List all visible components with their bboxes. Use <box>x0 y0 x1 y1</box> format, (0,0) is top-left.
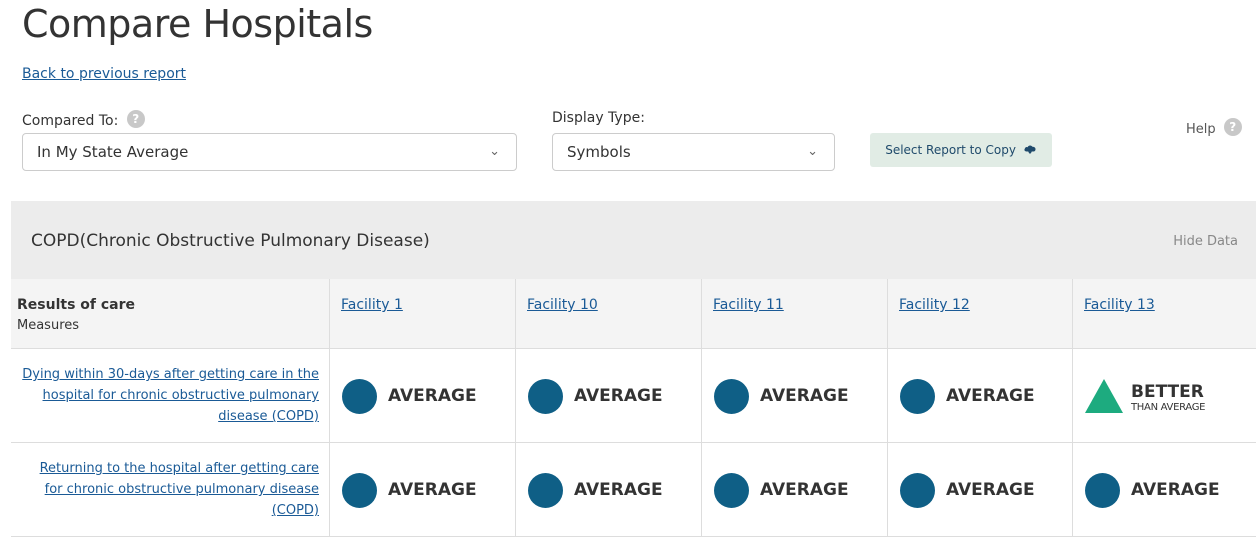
result-label: AVERAGE <box>574 480 663 500</box>
average-circle-icon <box>900 473 935 508</box>
result-label: AVERAGE <box>388 480 477 500</box>
result-label: BETTER <box>1131 382 1204 402</box>
facility-12-link[interactable]: Facility 12 <box>899 297 970 313</box>
result-cell: BETTER THAN AVERAGE <box>1072 349 1256 443</box>
display-type-label: Display Type: <box>552 110 645 126</box>
result-cell: AVERAGE <box>701 349 887 443</box>
page-title: Compare Hospitals <box>22 2 373 46</box>
help[interactable]: Help ? <box>1186 118 1242 137</box>
measures-header: Results of care Measures <box>11 279 329 349</box>
back-link[interactable]: Back to previous report <box>22 66 186 82</box>
facility-13-link[interactable]: Facility 13 <box>1084 297 1155 313</box>
compared-to-label-text: Compared To: <box>22 113 119 129</box>
better-triangle-icon <box>1085 379 1123 413</box>
chevron-down-icon: ⌄ <box>489 144 500 159</box>
result-cell: AVERAGE <box>515 443 701 537</box>
result-cell: AVERAGE <box>329 349 515 443</box>
facility-header: Facility 1 <box>329 279 515 349</box>
average-circle-icon <box>342 473 377 508</box>
result-cell: AVERAGE <box>701 443 887 537</box>
question-circle-icon[interactable]: ? <box>1223 118 1242 136</box>
average-circle-icon <box>528 379 563 414</box>
result-cell: AVERAGE <box>1072 443 1256 537</box>
section-header: COPD(Chronic Obstructive Pulmonary Disea… <box>11 201 1256 279</box>
compared-to-label: Compared To: ? <box>22 110 145 129</box>
average-circle-icon <box>714 473 749 508</box>
question-circle-icon[interactable]: ? <box>126 110 145 128</box>
result-cell: AVERAGE <box>329 443 515 537</box>
result-cell: AVERAGE <box>887 443 1072 537</box>
display-type-select[interactable]: Symbols ⌄ <box>552 133 835 171</box>
result-label: AVERAGE <box>574 386 663 406</box>
section-title: COPD(Chronic Obstructive Pulmonary Disea… <box>31 231 430 251</box>
result-label: AVERAGE <box>388 386 477 406</box>
result-label: AVERAGE <box>760 386 849 406</box>
result-cell: AVERAGE <box>887 349 1072 443</box>
average-circle-icon <box>528 473 563 508</box>
average-circle-icon <box>342 379 377 414</box>
measure-link-mortality[interactable]: Dying within 30-days after getting care … <box>19 364 319 427</box>
facility-header: Facility 12 <box>887 279 1072 349</box>
facility-11-link[interactable]: Facility 11 <box>713 297 784 313</box>
facility-header: Facility 13 <box>1072 279 1256 349</box>
comparison-table: Results of care Measures Facility 1 Faci… <box>11 279 1256 540</box>
measure-cell: Returning to the hospital after getting … <box>11 443 329 537</box>
result-label: AVERAGE <box>946 386 1035 406</box>
results-of-care-label: Results of care <box>17 297 136 313</box>
average-circle-icon <box>900 379 935 414</box>
result-label: AVERAGE <box>1131 480 1220 500</box>
facility-header: Facility 11 <box>701 279 887 349</box>
facility-header: Facility 10 <box>515 279 701 349</box>
chevron-down-icon: ⌄ <box>807 144 818 159</box>
result-label: AVERAGE <box>946 480 1035 500</box>
measure-link-readmission[interactable]: Returning to the hospital after getting … <box>19 458 319 521</box>
select-report-to-copy-button[interactable]: Select Report to Copy <box>870 133 1052 167</box>
average-circle-icon <box>1085 473 1120 508</box>
result-sublabel: THAN AVERAGE <box>1131 402 1206 413</box>
help-label: Help <box>1186 122 1216 137</box>
result-cell: AVERAGE <box>515 349 701 443</box>
facility-1-link[interactable]: Facility 1 <box>341 297 403 313</box>
compared-to-value: In My State Average <box>37 143 189 161</box>
hide-data-link[interactable]: Hide Data <box>1173 234 1238 249</box>
measure-cell: Dying within 30-days after getting care … <box>11 349 329 443</box>
compared-to-select[interactable]: In My State Average ⌄ <box>22 133 517 171</box>
facility-10-link[interactable]: Facility 10 <box>527 297 598 313</box>
cloud-download-icon <box>1024 145 1036 154</box>
result-label: AVERAGE <box>760 480 849 500</box>
average-circle-icon <box>714 379 749 414</box>
display-type-value: Symbols <box>567 143 631 161</box>
measures-label: Measures <box>17 318 80 333</box>
copy-button-label: Select Report to Copy <box>885 143 1016 157</box>
